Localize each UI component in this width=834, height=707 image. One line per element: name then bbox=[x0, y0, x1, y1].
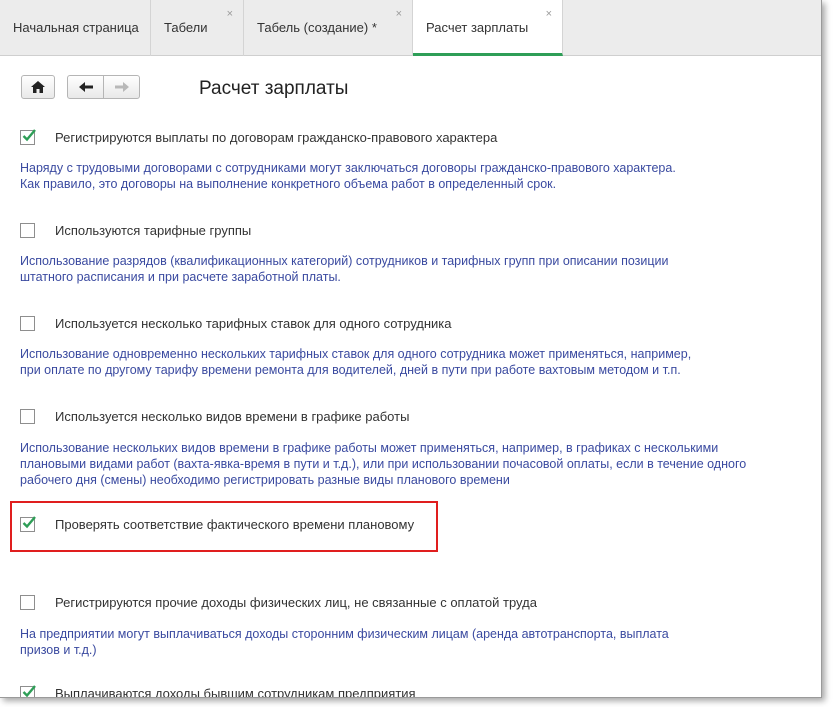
close-icon[interactable]: × bbox=[396, 8, 402, 20]
option-label: Регистрируются выплаты по договорам граж… bbox=[55, 130, 498, 145]
option-tariff-groups[interactable]: Используются тарифные группы bbox=[20, 223, 251, 238]
option-description: Использование разрядов (квалификационных… bbox=[20, 253, 780, 285]
description-line: Использование одновременно нескольких та… bbox=[20, 347, 692, 361]
tab-timesheet-create[interactable]: Табель (создание) * × bbox=[244, 0, 413, 56]
option-description: Использование нескольких видов времени в… bbox=[20, 440, 780, 488]
page-title: Расчет зарплаты bbox=[199, 78, 349, 99]
option-multiple-tariff-rates[interactable]: Используется несколько тарифных ставок д… bbox=[20, 316, 452, 331]
description-line: плановыми видами работ (вахта-явка-время… bbox=[20, 457, 747, 471]
checkbox-unchecked[interactable] bbox=[20, 223, 35, 238]
option-description: На предприятии могут выплачиваться доход… bbox=[20, 626, 780, 658]
description-line: рабочего дня (смены) необходимо регистри… bbox=[20, 473, 510, 487]
checkmark-icon bbox=[22, 685, 36, 697]
option-label: Регистрируются прочие доходы физических … bbox=[55, 595, 537, 610]
tab-label: Начальная страница bbox=[13, 20, 139, 35]
checkbox-checked[interactable] bbox=[20, 685, 36, 697]
description-line: На предприятии могут выплачиваться доход… bbox=[20, 627, 669, 641]
close-icon[interactable]: × bbox=[227, 8, 233, 20]
tab-label: Табели bbox=[164, 20, 208, 35]
tab-label: Расчет зарплаты bbox=[426, 20, 529, 35]
description-line: Использование нескольких видов времени в… bbox=[20, 441, 719, 455]
tab-label: Табель (создание) * bbox=[257, 20, 377, 35]
tab-home-page[interactable]: Начальная страница bbox=[0, 0, 151, 56]
option-label: Проверять соответствие фактического врем… bbox=[55, 517, 415, 532]
description-line: штатного расписания и при расчете зарабо… bbox=[20, 270, 341, 284]
checkbox-unchecked[interactable] bbox=[20, 316, 35, 331]
option-other-income[interactable]: Регистрируются прочие доходы физических … bbox=[20, 595, 537, 610]
forward-button[interactable] bbox=[103, 75, 140, 99]
option-label: Используется несколько тарифных ставок д… bbox=[55, 316, 452, 331]
description-line: призов и т.д.) bbox=[20, 643, 97, 657]
arrow-left-icon bbox=[78, 82, 93, 92]
option-multiple-time-types[interactable]: Используется несколько видов времени в г… bbox=[20, 409, 409, 424]
option-former-employees-income[interactable]: Выплачиваются доходы бывшим сотрудникам … bbox=[20, 685, 416, 698]
close-icon[interactable]: × bbox=[546, 8, 552, 20]
checkmark-icon bbox=[22, 129, 36, 142]
checkbox-unchecked[interactable] bbox=[20, 409, 35, 424]
tab-bar: Начальная страница Табели × Табель (созд… bbox=[0, 0, 821, 56]
description-line: Наряду с трудовыми договорами с сотрудни… bbox=[20, 161, 676, 175]
checkmark-icon bbox=[22, 516, 36, 529]
description-line: при оплате по другому тарифу времени рем… bbox=[20, 363, 681, 377]
home-icon bbox=[31, 81, 45, 93]
description-line: Как правило, это договоры на выполнение … bbox=[20, 177, 557, 191]
settings-form: Расчет зарплаты Регистрируются выплаты п… bbox=[0, 56, 821, 698]
home-button[interactable] bbox=[21, 75, 55, 99]
option-civil-contracts[interactable]: Регистрируются выплаты по договорам граж… bbox=[20, 129, 498, 145]
checkbox-unchecked[interactable] bbox=[20, 595, 35, 610]
app-window: Начальная страница Табели × Табель (созд… bbox=[0, 0, 822, 698]
option-label: Используется несколько видов времени в г… bbox=[55, 409, 410, 424]
description-line: Использование разрядов (квалификационных… bbox=[20, 254, 669, 268]
option-description: Использование одновременно нескольких та… bbox=[20, 346, 780, 378]
option-description: Наряду с трудовыми договорами с сотрудни… bbox=[20, 160, 780, 192]
option-label: Используются тарифные группы bbox=[55, 223, 252, 238]
tab-payroll[interactable]: Расчет зарплаты × bbox=[413, 0, 563, 56]
checkbox-checked[interactable] bbox=[20, 516, 36, 532]
back-button[interactable] bbox=[67, 75, 104, 99]
tab-timesheets[interactable]: Табели × bbox=[151, 0, 244, 56]
option-check-actual-vs-planned[interactable]: Проверять соответствие фактического врем… bbox=[20, 516, 415, 532]
checkbox-checked[interactable] bbox=[20, 129, 36, 145]
arrow-right-icon bbox=[114, 82, 129, 92]
option-label: Выплачиваются доходы бывшим сотрудникам … bbox=[55, 686, 416, 698]
